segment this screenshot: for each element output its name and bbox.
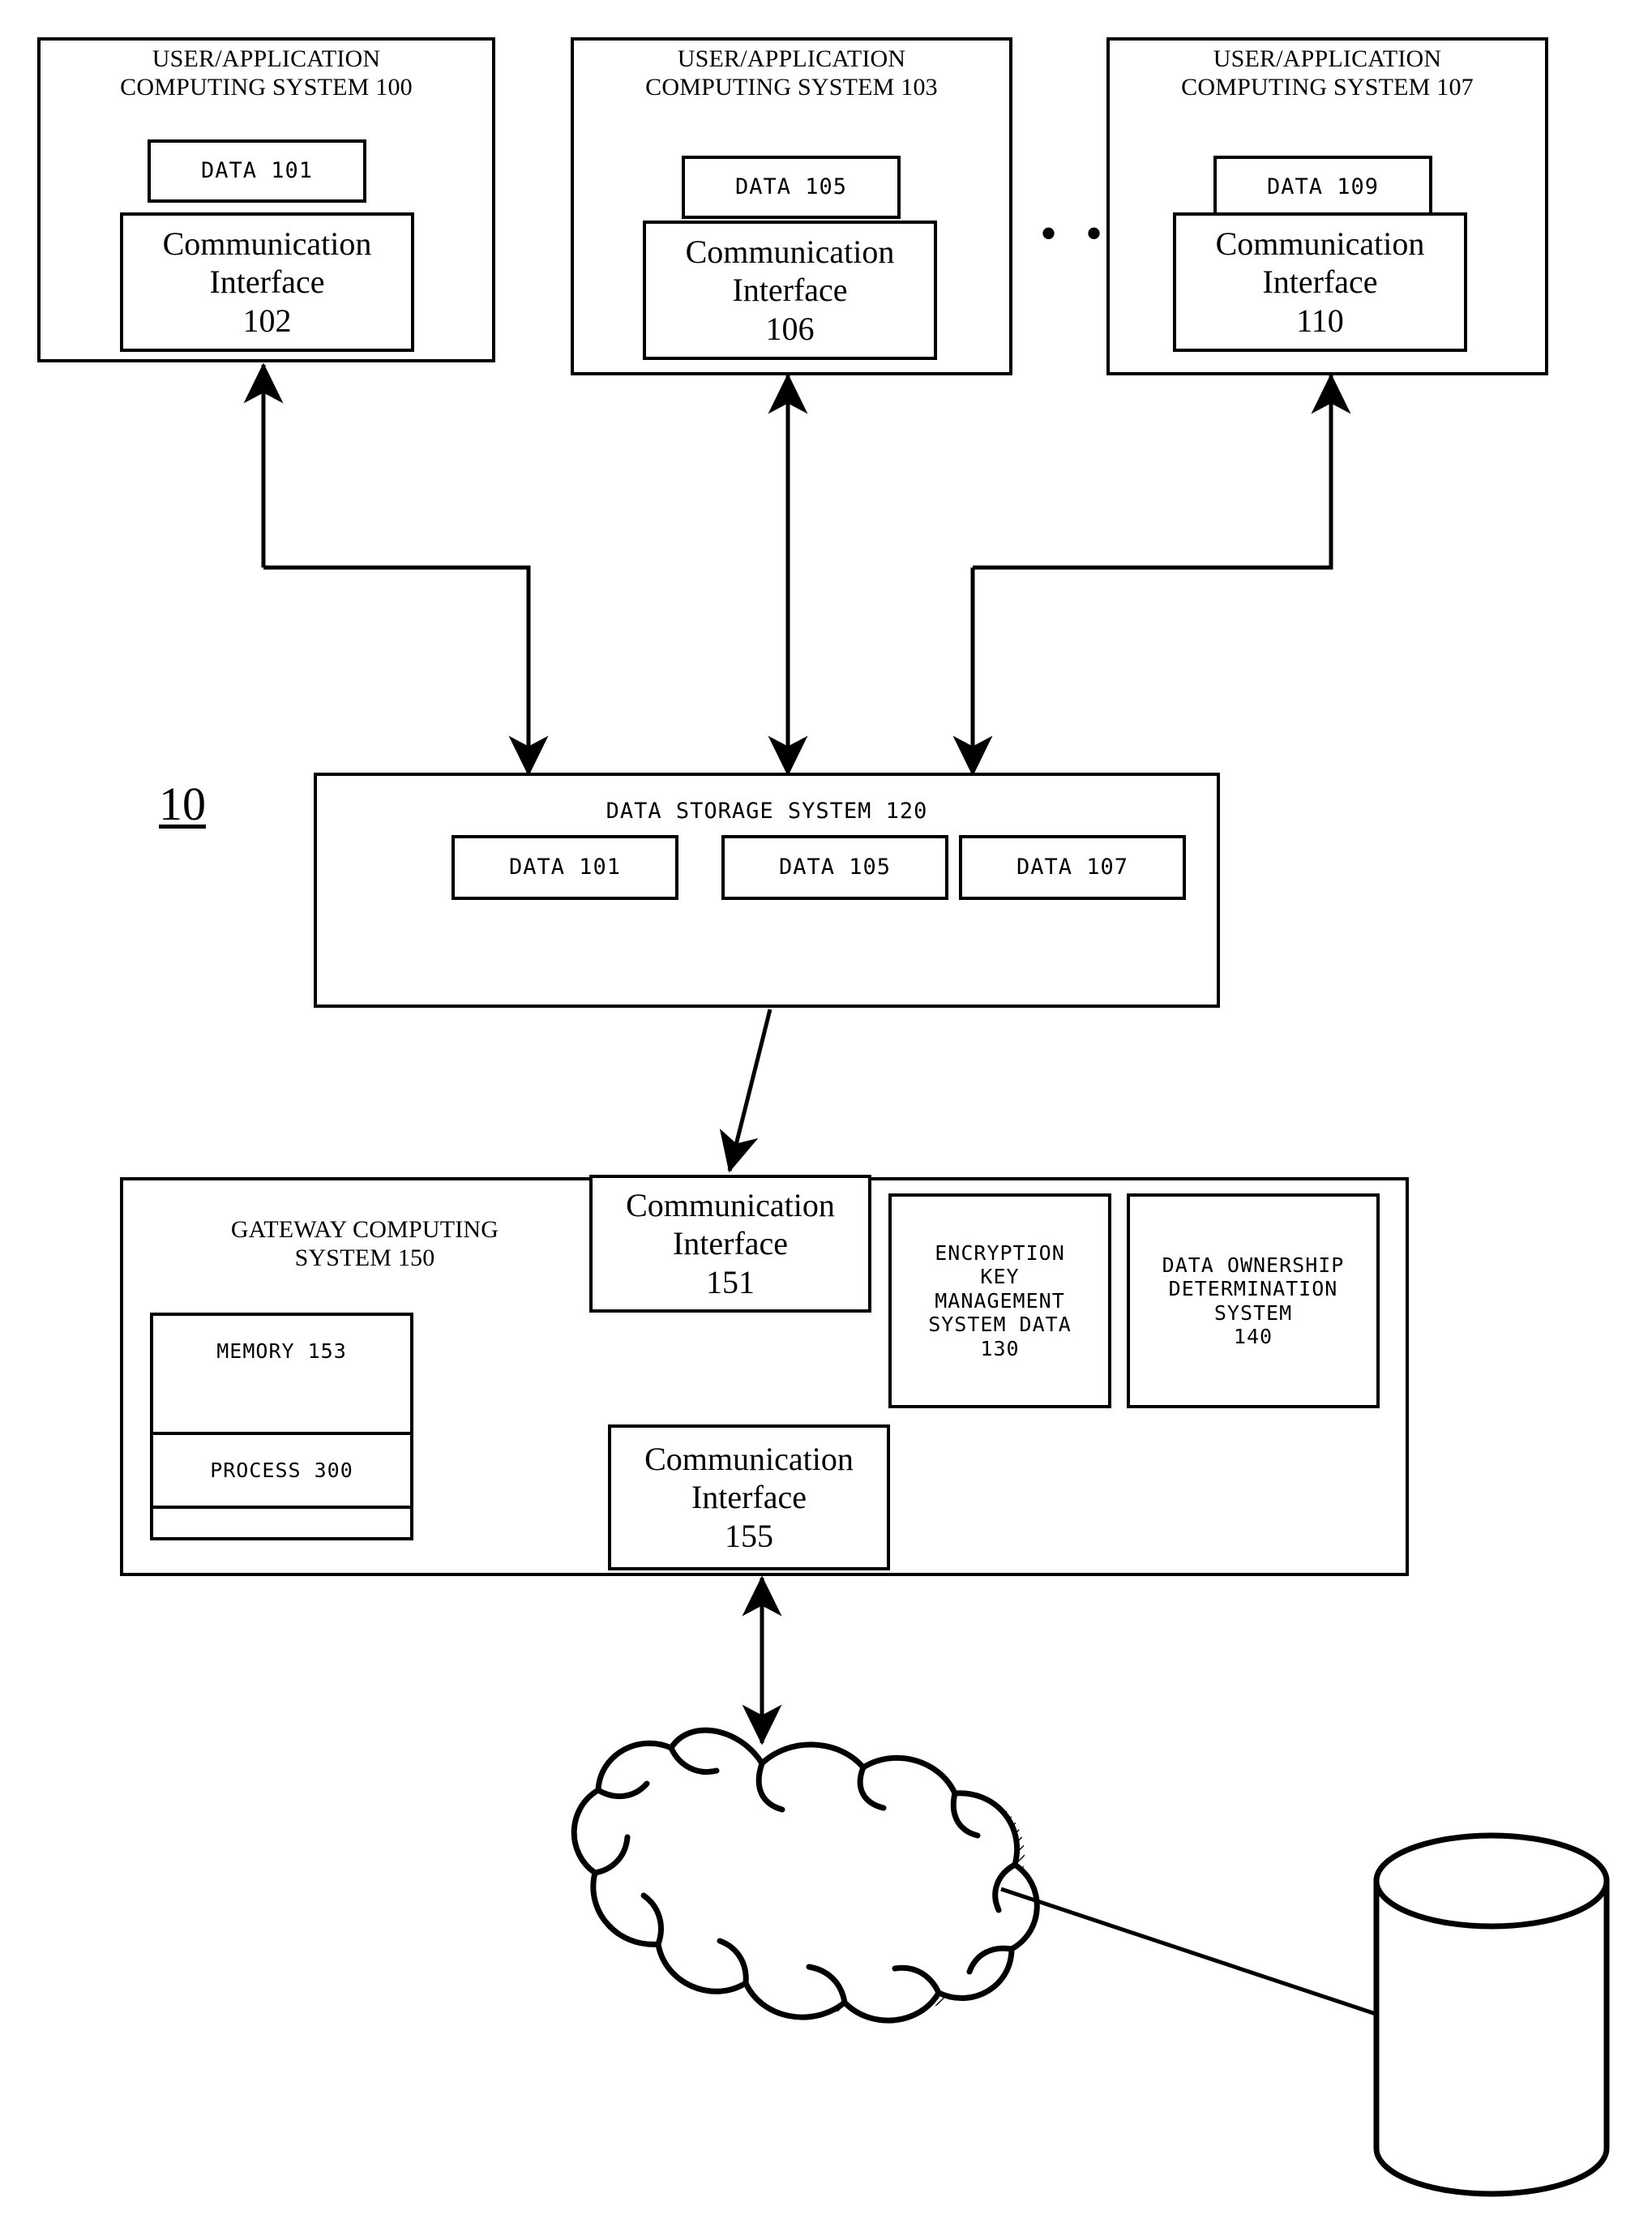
data-storage-item-2-label: DATA 107 (1016, 855, 1129, 880)
gateway-communication-interface-155-label: Communication Interface 155 (644, 1441, 854, 1554)
public-cloud-label: Public Cloud 160 (644, 1835, 815, 1910)
connector-storage-to-gateway (719, 1009, 773, 1173)
system-103-title: USER/APPLICATION COMPUTING SYSTEM 103 (645, 45, 938, 101)
system-100-title: USER/APPLICATION COMPUTING SYSTEM 100 (120, 45, 413, 101)
gateway-title: GATEWAY COMPUTING SYSTEM 150 (230, 1216, 499, 1272)
gateway-process-300-label: PROCESS 300 (210, 1458, 353, 1482)
data-storage-item-0-label: DATA 101 (508, 855, 622, 880)
patent-figure-canvas: USER/APPLICATION COMPUTING SYSTEM 100 DA… (0, 0, 1652, 2219)
system-103-communication-interface-label: Communication Interface 106 (685, 233, 895, 347)
system-107-communication-interface-label: Communication Interface 110 (1215, 225, 1425, 339)
connector-system100-to-storage (243, 362, 549, 777)
system-107-data-label: DATA 109 (1266, 174, 1380, 200)
connector-cloud-to-data-store (1000, 1887, 1379, 2017)
data-storage-system-title: DATA STORAGE SYSTEM 120 (606, 799, 928, 824)
connector-system107-to-storage (952, 373, 1351, 777)
data-ownership-determination-system-140-label: DATA OWNERSHIP DETERMINATION SYSTEM 140 (1162, 1253, 1345, 1349)
gateway-memory-153-label: MEMORY 153 (216, 1339, 347, 1363)
system-100-communication-interface-label: Communication Interface 102 (162, 225, 372, 339)
encryption-key-management-system-data-130-label: ENCRYPTION KEY MANAGEMENT SYSTEM DATA 13… (928, 1240, 1072, 1360)
data-storage-item-1-label: DATA 105 (778, 855, 892, 880)
system-107-title: USER/APPLICATION COMPUTING SYSTEM 107 (1181, 45, 1474, 101)
system-100-data-label: DATA 101 (200, 158, 314, 184)
figure-number: 10 (159, 778, 206, 830)
gateway-communication-interface-151-label: Communication Interface 151 (626, 1187, 835, 1300)
data-store-number-label: 170 (1455, 1862, 1504, 1900)
system-103-data-label: DATA 105 (734, 174, 848, 200)
data-store-label: Data Store (1410, 2028, 1548, 2066)
